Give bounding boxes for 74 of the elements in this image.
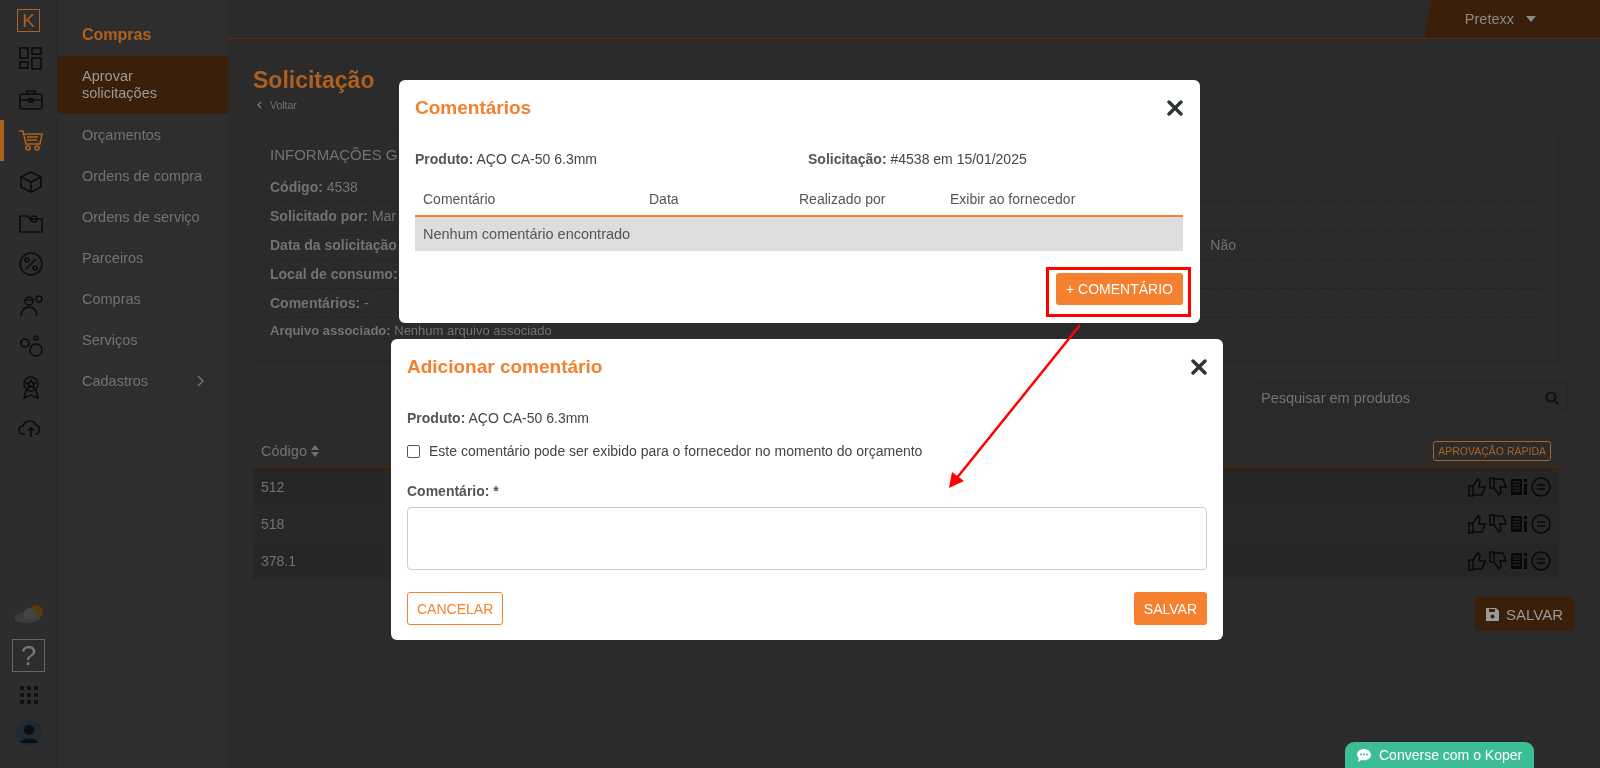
add-comment-button[interactable]: + COMENTÁRIO xyxy=(1056,273,1183,305)
thumbs-down-icon[interactable] xyxy=(1489,550,1507,571)
info-text: Arquivo associado: Nenhum arquivo associado xyxy=(270,324,552,338)
box-icon xyxy=(17,168,44,195)
minus-circle-icon[interactable] xyxy=(1531,476,1551,497)
field-label: Comentário: * xyxy=(407,483,500,499)
user-menu[interactable]: Pretexx xyxy=(1424,0,1600,38)
product-text: Produto: AÇO CA-50 6.3mm xyxy=(415,151,599,167)
request-text: Solicitação: #4538 em 15/01/2025 xyxy=(808,151,1027,167)
caret-down-icon xyxy=(1526,16,1536,22)
submenu-item[interactable]: Ordens de compra xyxy=(58,155,228,196)
info-text: Solicitado por: Mar xyxy=(270,208,396,224)
info-text: Comentários: - xyxy=(270,295,369,311)
column-header: Realizado por xyxy=(799,191,886,207)
submenu-item[interactable]: Orçamentos xyxy=(58,114,228,155)
info-text: Data da solicitação xyxy=(270,237,397,253)
empty-message: Nenhum comentário encontrado xyxy=(415,217,1183,251)
modal-title: Adicionar comentário xyxy=(407,356,603,378)
cart-icon xyxy=(17,127,44,154)
submenu-item[interactable]: Cadastros xyxy=(58,360,228,401)
weather-icon xyxy=(11,603,46,625)
document-icon[interactable] xyxy=(1510,514,1528,533)
document-icon[interactable] xyxy=(1510,551,1528,570)
thumbs-up-icon[interactable] xyxy=(1468,550,1486,571)
table-cell: 378.1 xyxy=(261,552,297,569)
column-header[interactable]: Código xyxy=(261,442,319,459)
submenu-item[interactable]: Ordens de serviço xyxy=(58,196,228,237)
table-cell: 518 xyxy=(261,515,285,532)
info-value: Não xyxy=(1210,237,1236,253)
apps-grid-icon[interactable] xyxy=(19,686,38,704)
submenu-item[interactable]: Parceiros xyxy=(58,237,228,278)
checkbox[interactable] xyxy=(407,444,420,458)
thumbs-up-icon[interactable] xyxy=(1468,513,1486,534)
sort-icon xyxy=(310,444,319,457)
document-icon[interactable] xyxy=(1510,477,1528,496)
info-text: Código: 4538 xyxy=(270,179,358,195)
search-icon xyxy=(1545,391,1559,405)
card-heading: INFORMAÇÕES G xyxy=(270,146,398,163)
product-text: Produto: AÇO CA-50 6.3mm xyxy=(407,410,591,426)
chat-button[interactable]: Converse com o Koper xyxy=(1345,742,1535,768)
checkbox-label: Este comentário pode ser exibido para o fornecedor no momento do orçamento xyxy=(429,443,923,459)
chevron-left-icon xyxy=(256,101,262,109)
submenu-item[interactable]: Aprovar solicitações xyxy=(58,56,228,114)
search-field[interactable]: Pesquisar em produtos xyxy=(1250,383,1568,412)
comment-field[interactable] xyxy=(407,507,1207,570)
modal-title: Comentários xyxy=(415,97,532,119)
column-header: Data xyxy=(649,191,679,207)
minus-circle-icon[interactable] xyxy=(1531,550,1551,571)
chevron-right-icon xyxy=(196,374,204,387)
save-button[interactable]: SALVAR xyxy=(1475,597,1574,631)
chat-bubble-icon xyxy=(1357,748,1371,762)
page-title: Solicitação xyxy=(253,66,375,95)
thumbs-down-icon[interactable] xyxy=(1489,476,1507,497)
close-icon[interactable] xyxy=(1191,359,1207,375)
submenu-item[interactable]: Serviços xyxy=(58,319,228,360)
quick-approve-button[interactable]: APROVAÇÃO RÁPIDA xyxy=(1433,440,1551,461)
percent-icon xyxy=(17,250,44,277)
dashboard-icon xyxy=(17,45,44,72)
column-header: Exibir ao fornecedor xyxy=(950,191,1076,207)
logo[interactable]: K xyxy=(17,9,40,32)
info-text: Local de consumo: xyxy=(270,266,398,282)
thumbs-up-icon[interactable] xyxy=(1468,476,1486,497)
cancel-button[interactable]: CANCELAR xyxy=(407,592,504,625)
minus-circle-icon[interactable] xyxy=(1531,513,1551,534)
section-title: Compras xyxy=(81,25,153,45)
submenu-item[interactable]: Compras xyxy=(58,278,228,319)
thumbs-down-icon[interactable] xyxy=(1489,513,1507,534)
help-icon[interactable]: ? xyxy=(12,639,45,672)
back-link[interactable]: Voltar xyxy=(256,99,297,111)
column-header: Comentário xyxy=(423,191,496,207)
save-button[interactable]: SALVAR xyxy=(1133,592,1207,625)
avatar[interactable] xyxy=(15,720,42,746)
close-icon[interactable] xyxy=(1167,100,1183,116)
table-cell: 512 xyxy=(261,478,285,495)
